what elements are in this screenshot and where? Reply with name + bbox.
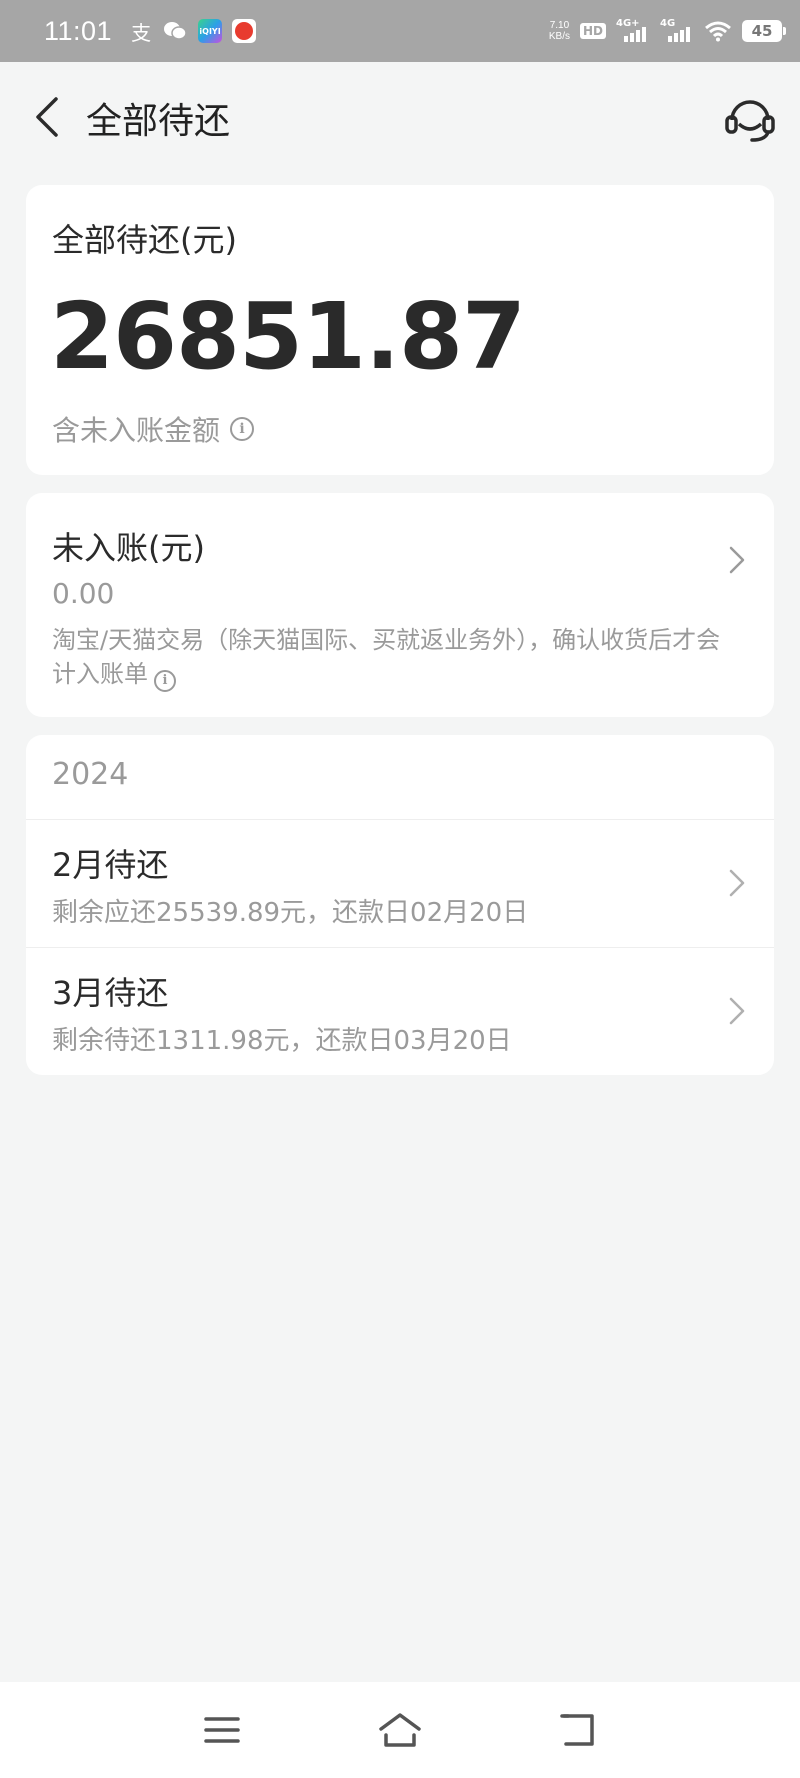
- notification-icons: 支 iQIYI: [130, 19, 257, 45]
- back-arrow-icon: [560, 1714, 594, 1746]
- unposted-description-text: 淘宝/天猫交易（除天猫国际、买就返业务外），确认收货后才会计入账单: [52, 626, 721, 688]
- home-button[interactable]: [374, 1704, 426, 1756]
- unposted-description: 淘宝/天猫交易（除天猫国际、买就返业务外），确认收货后才会计入账单 i: [52, 623, 732, 692]
- bill-subtitle: 剩余应还25539.89元，还款日02月20日: [52, 898, 529, 928]
- total-due-note: 含未入账金额 i: [52, 409, 255, 449]
- info-icon[interactable]: i: [154, 669, 176, 692]
- chevron-left-icon: [36, 97, 58, 137]
- back-button[interactable]: [22, 90, 72, 144]
- battery-icon: 45: [742, 20, 786, 42]
- chevron-right-icon: [729, 869, 745, 897]
- chevron-right-icon: [729, 546, 745, 574]
- alipay-icon: 支: [131, 20, 152, 45]
- page-title: 全部待还: [86, 101, 231, 142]
- unposted-label: 未入账(元): [52, 529, 205, 567]
- bill-subtitle: 剩余待还1311.98元，还款日03月20日: [52, 1026, 512, 1056]
- unposted-card[interactable]: 未入账(元) 0.00 淘宝/天猫交易（除天猫国际、买就返业务外），确认收货后才…: [26, 493, 774, 717]
- monthly-bills-card: 2024 2月待还 剩余应还25539.89元，还款日02月20日 3月待还 剩…: [26, 735, 774, 1075]
- back-nav-button[interactable]: [552, 1704, 604, 1756]
- status-bar: 11:01 支 iQIYI 7.10 KB/s HD 4G+ 4G 45: [0, 0, 800, 62]
- app-icon: [232, 19, 257, 43]
- network-speed: 7.10 KB/s: [548, 20, 570, 42]
- menu-icon: [204, 1717, 240, 1743]
- info-icon[interactable]: i: [230, 417, 255, 441]
- bill-row-march[interactable]: 3月待还 剩余待还1311.98元，还款日03月20日: [26, 948, 774, 1076]
- wechat-icon: [162, 19, 188, 43]
- header: 全部待还: [0, 62, 800, 172]
- hd-icon: HD: [579, 23, 606, 39]
- unposted-amount: 0.00: [52, 577, 115, 610]
- total-due-amount: 26851.87: [50, 283, 526, 390]
- wifi-icon: [705, 21, 731, 42]
- customer-service-button[interactable]: [722, 90, 778, 146]
- total-due-note-text: 含未入账金额: [52, 414, 221, 447]
- system-status-icons: 7.10 KB/s HD 4G+ 4G 45: [548, 18, 786, 42]
- bill-row-february[interactable]: 2月待还 剩余应还25539.89元，还款日02月20日: [26, 820, 774, 948]
- iqiyi-icon: iQIYI: [198, 19, 223, 43]
- menu-button[interactable]: [196, 1704, 248, 1756]
- signal-icon: 4G+: [616, 18, 650, 42]
- status-time: 11:01: [44, 15, 113, 46]
- home-icon: [379, 1713, 421, 1747]
- total-due-label: 全部待还(元): [52, 221, 237, 259]
- total-due-card: 全部待还(元) 26851.87 含未入账金额 i: [26, 185, 774, 475]
- system-nav-bar: [0, 1682, 800, 1778]
- signal-icon: 4G: [660, 18, 694, 42]
- chevron-right-icon: [729, 997, 745, 1025]
- year-label: 2024: [52, 757, 129, 792]
- bill-title: 2月待还: [52, 846, 169, 884]
- headset-icon: [725, 100, 775, 142]
- bill-title: 3月待还: [52, 974, 169, 1012]
